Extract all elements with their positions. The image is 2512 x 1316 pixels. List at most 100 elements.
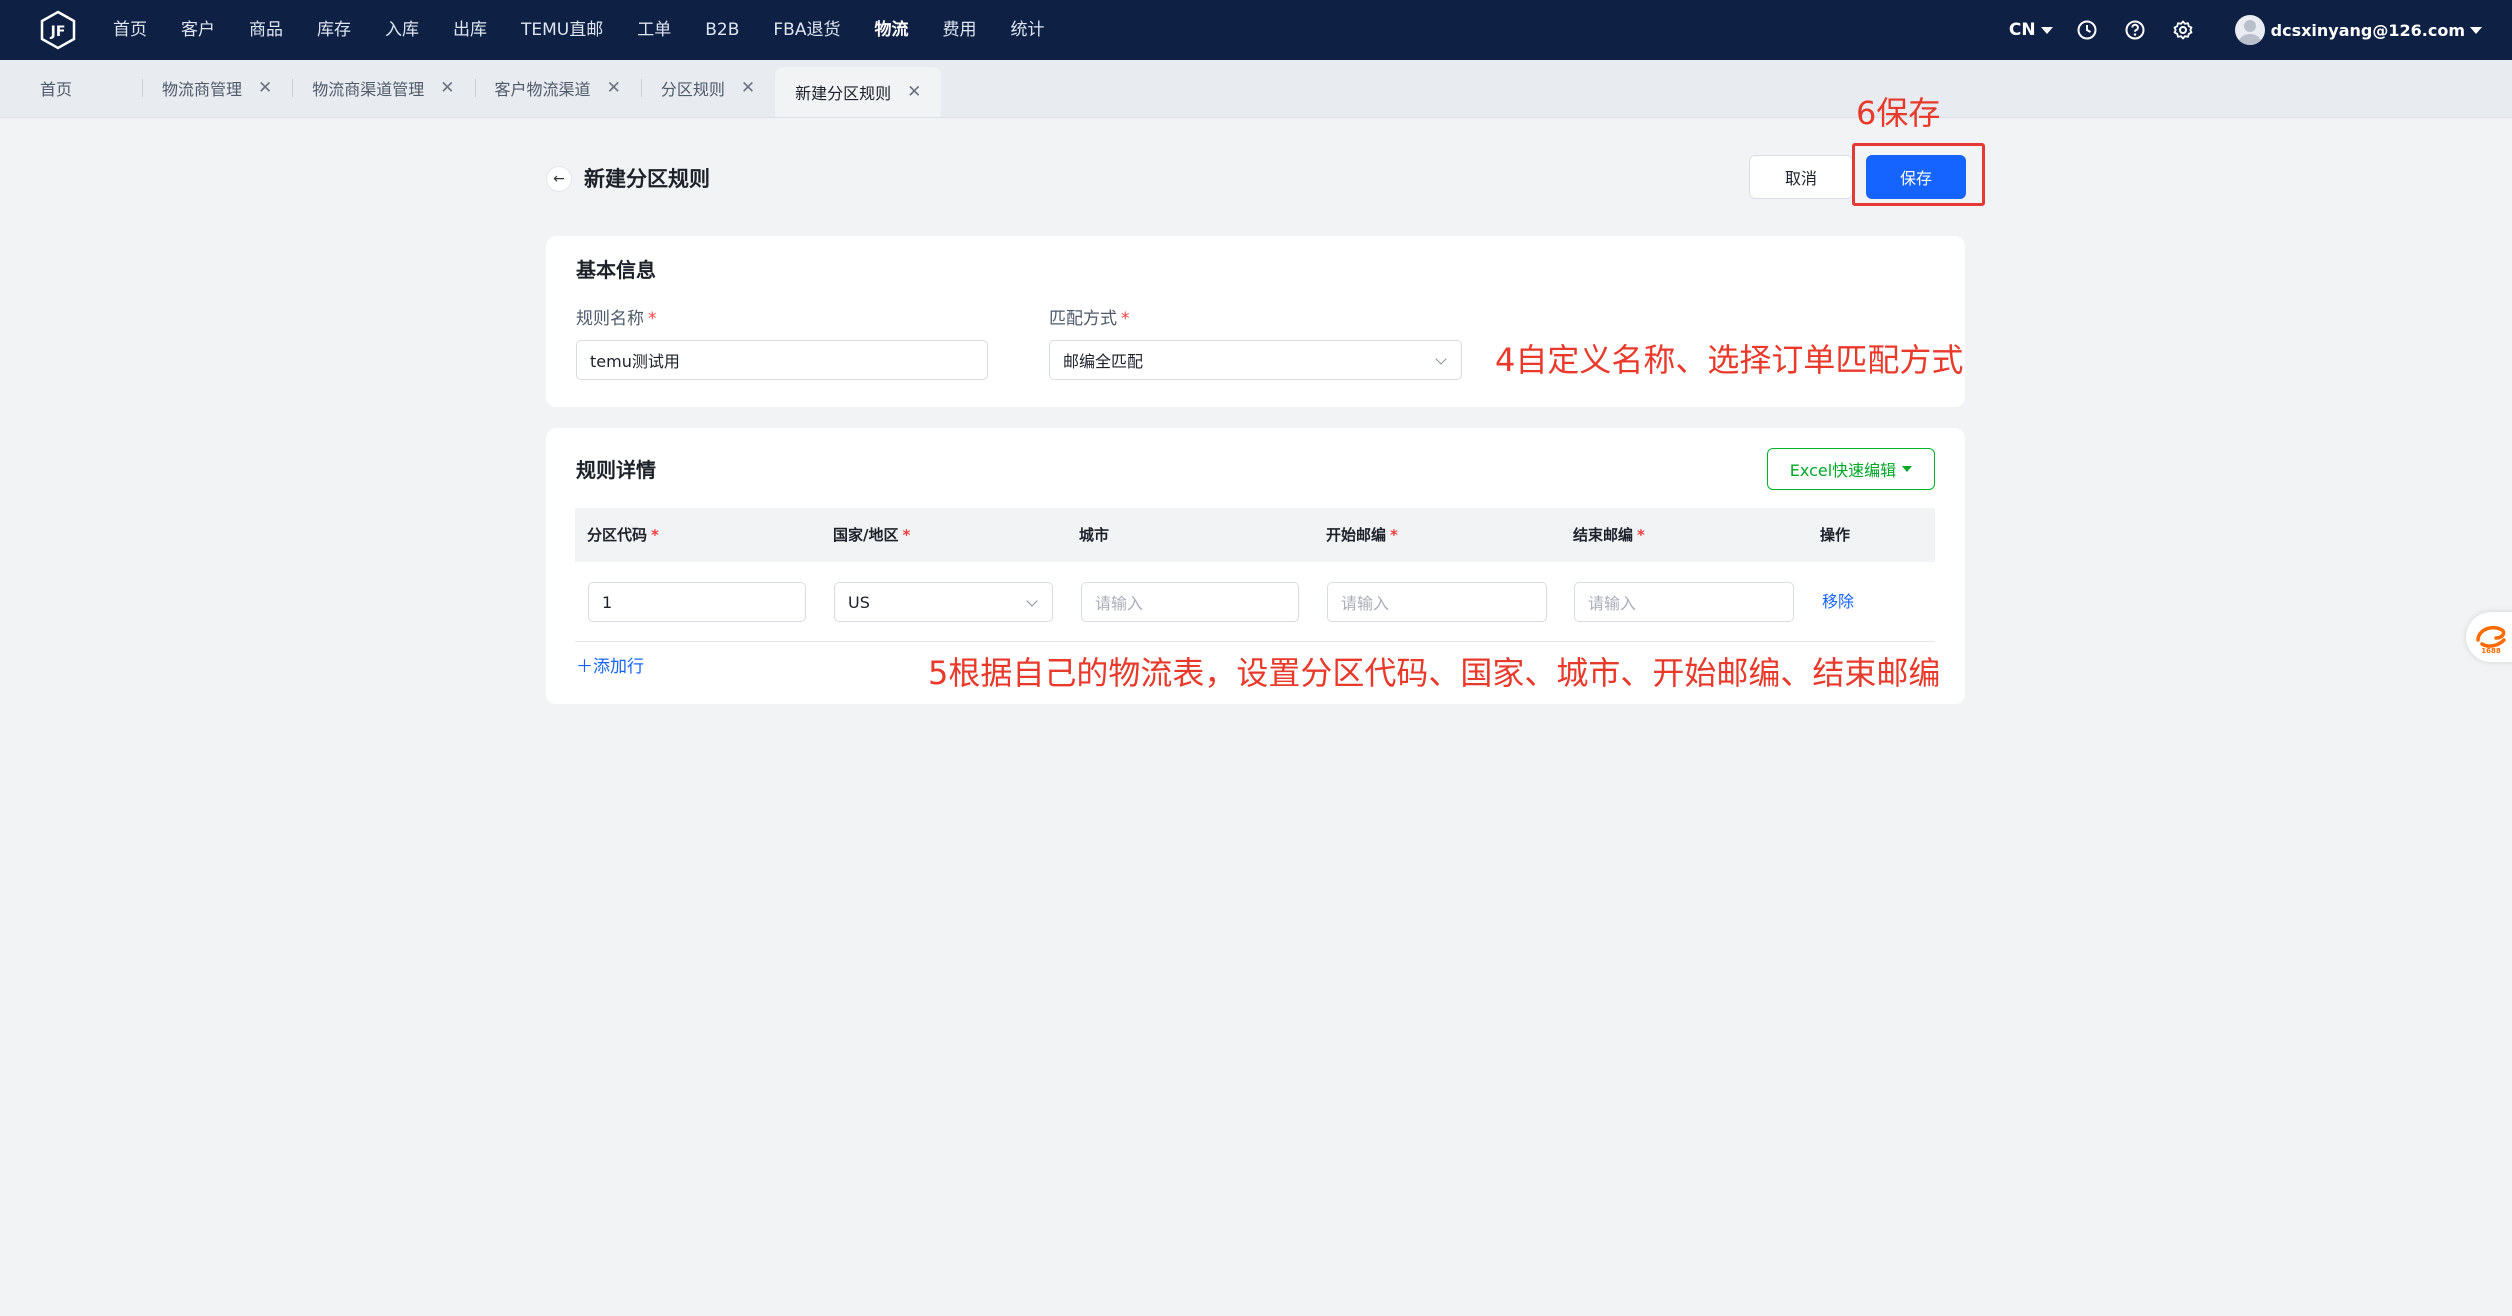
close-icon[interactable]: ✕ (607, 78, 621, 98)
col-country-label: 国家/地区 (833, 526, 899, 544)
basic-info-card: 基本信息 规则名称 * temu测试用 匹配方式 * 邮编全匹配 4自定义名称、选择… (546, 236, 1965, 407)
chevron-down-icon (1435, 353, 1447, 365)
required-asterisk: * (651, 526, 659, 544)
close-icon[interactable]: ✕ (741, 78, 755, 98)
help-icon[interactable] (2120, 15, 2150, 45)
match-mode-select[interactable]: 邮编全匹配 (1049, 340, 1462, 380)
country-value: US (848, 592, 870, 612)
cancel-button[interactable]: 取消 (1749, 155, 1853, 199)
tab-logistics-provider[interactable]: 物流商管理 ✕ (142, 59, 292, 117)
caret-down-icon (1902, 466, 1913, 472)
plus-icon: ＋ (576, 657, 593, 677)
annotation-highlight-box (1852, 143, 1985, 206)
basic-info-title: 基本信息 (576, 258, 656, 282)
start-zip-input[interactable]: 请输入 (1327, 582, 1547, 622)
settings-gear-icon[interactable] (2168, 15, 2198, 45)
page-title: 新建分区规则 (584, 167, 710, 191)
rule-detail-title: 规则详情 (576, 458, 656, 482)
chevron-down-icon (1026, 595, 1038, 607)
page-tabs: 首页 物流商管理 ✕ 物流商渠道管理 ✕ 客户物流渠道 ✕ 分区规则 ✕ 新建分… (0, 60, 2512, 118)
floating-1688-badge[interactable]: 1688 (2466, 612, 2512, 662)
nav-stats[interactable]: 统计 (993, 0, 1061, 60)
nav-b2b[interactable]: B2B (688, 0, 756, 60)
clock-icon[interactable] (2072, 15, 2102, 45)
excel-quick-edit-button[interactable]: Excel快速编辑 (1767, 448, 1935, 490)
tab-new-zone-rule[interactable]: 新建分区规则 ✕ (775, 67, 942, 117)
tab-provider-channel[interactable]: 物流商渠道管理 ✕ (292, 59, 474, 117)
rule-detail-card: 规则详情 Excel快速编辑 分区代码 * 国家/地区 * 城市 开始邮编 * 结束邮… (546, 428, 1965, 704)
nav-inventory[interactable]: 库存 (300, 0, 368, 60)
match-mode-label-text: 匹配方式 (1049, 309, 1117, 329)
close-icon[interactable]: ✕ (258, 78, 272, 98)
rule-name-label-text: 规则名称 (576, 309, 644, 329)
required-asterisk: * (1637, 526, 1645, 544)
country-select[interactable]: US (834, 582, 1053, 622)
main-menu: 首页 客户 商品 库存 入库 出库 TEMU直邮 工单 B2B FBA退货 物流… (96, 0, 1061, 60)
nav-temu[interactable]: TEMU直邮 (504, 0, 620, 60)
tab-label: 客户物流渠道 (494, 80, 591, 99)
tab-label: 新建分区规则 (795, 84, 892, 103)
alibaba-1688-icon: 1688 (2476, 625, 2506, 654)
close-icon[interactable]: ✕ (907, 82, 921, 102)
end-zip-input[interactable]: 请输入 (1574, 582, 1794, 622)
app-logo-icon[interactable]: JF (38, 10, 78, 50)
nav-logistics[interactable]: 物流 (857, 0, 925, 60)
city-input[interactable]: 请输入 (1081, 582, 1299, 622)
tab-label: 首页 (40, 80, 73, 99)
required-asterisk: * (1390, 526, 1398, 544)
col-zone-code: 分区代码 * (587, 508, 659, 562)
rule-name-label: 规则名称 * (576, 304, 657, 329)
col-country: 国家/地区 * (833, 508, 910, 562)
tab-label: 物流商管理 (162, 80, 243, 99)
tab-label: 物流商渠道管理 (312, 80, 425, 99)
tab-label: 分区规则 (660, 80, 725, 99)
svg-text:JF: JF (50, 24, 66, 40)
caret-down-icon (2470, 26, 2482, 34)
col-actions-label: 操作 (1820, 526, 1851, 544)
caret-down-icon (2040, 26, 2053, 34)
language-selector[interactable]: CN (2009, 20, 2053, 40)
required-asterisk: * (648, 309, 657, 329)
remove-row-link[interactable]: 移除 (1822, 588, 1854, 612)
col-end-zip-label: 结束邮编 (1573, 526, 1634, 544)
match-mode-label: 匹配方式 * (1049, 304, 1130, 329)
required-asterisk: * (902, 526, 911, 544)
tab-home[interactable]: 首页 (0, 59, 142, 117)
tab-zone-rules[interactable]: 分区规则 ✕ (640, 59, 775, 117)
col-actions: 操作 (1820, 508, 1850, 562)
nav-inbound[interactable]: 入库 (368, 0, 436, 60)
col-start-zip-label: 开始邮编 (1326, 526, 1387, 544)
tab-customer-channel[interactable]: 客户物流渠道 ✕ (474, 59, 641, 117)
nav-customer[interactable]: 客户 (164, 0, 232, 60)
rule-name-input[interactable]: temu测试用 (576, 340, 988, 380)
excel-quick-edit-label: Excel快速编辑 (1789, 461, 1897, 480)
avatar (2234, 15, 2265, 45)
user-email: dcsxinyang@126.com (2270, 20, 2465, 40)
col-end-zip: 结束邮编 * (1573, 508, 1645, 562)
nav-workorder[interactable]: 工单 (620, 0, 688, 60)
navbar-right: CN dcsxinyang@126.com (2009, 0, 2482, 60)
col-zone-code-label: 分区代码 (587, 526, 648, 544)
add-row-label: 添加行 (593, 657, 644, 677)
language-label: CN (2008, 20, 2036, 40)
nav-outbound[interactable]: 出库 (436, 0, 504, 60)
nav-fba-return[interactable]: FBA退货 (756, 0, 857, 60)
close-icon[interactable]: ✕ (440, 78, 454, 98)
col-city: 城市 (1079, 508, 1109, 562)
svg-text:1688: 1688 (2481, 647, 2501, 654)
required-asterisk: * (1121, 309, 1130, 329)
annotation-save-note: 6保存 (1856, 94, 1941, 132)
add-row-button[interactable]: ＋添加行 (576, 652, 644, 677)
zone-code-input[interactable]: 1 (588, 582, 806, 622)
row-divider (575, 641, 1935, 642)
col-start-zip: 开始邮编 * (1326, 508, 1398, 562)
nav-product[interactable]: 商品 (232, 0, 300, 60)
nav-home[interactable]: 首页 (96, 0, 164, 60)
col-city-label: 城市 (1079, 526, 1110, 544)
top-navbar: JF 首页 客户 商品 库存 入库 出库 TEMU直邮 工单 B2B FBA退货… (0, 0, 2512, 60)
annotation-detail-note: 5根据自己的物流表，设置分区代码、国家、城市、开始邮编、结束邮编 (928, 654, 1941, 692)
match-mode-value: 邮编全匹配 (1063, 352, 1144, 371)
nav-fees[interactable]: 费用 (925, 0, 993, 60)
back-arrow-icon[interactable]: ← (546, 166, 572, 192)
user-menu[interactable]: dcsxinyang@126.com (2234, 15, 2482, 45)
